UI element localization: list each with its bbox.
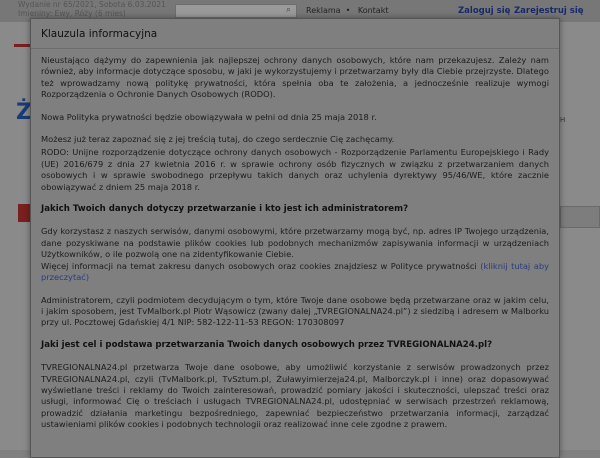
edition-line: Wydanie nr 65/2021, Sobota 6.03.2021	[18, 0, 166, 9]
purpose-paragraph: TVREGIONALNA24.pl przetwarza Twoje dane …	[41, 362, 549, 430]
intro-paragraph: Nieustająco dążymy do zapewnienia jak na…	[41, 55, 549, 100]
nav-link-reklama[interactable]: Reklama	[306, 6, 341, 15]
search-icon[interactable]: ⌕	[286, 5, 291, 15]
administrator-paragraph: Administratorem, czyli podmiotem decyduj…	[41, 294, 549, 328]
privacy-modal: Klauzula informacyjna Nieustająco dążymy…	[30, 18, 560, 458]
register-link[interactable]: Zarejestruj się	[514, 6, 584, 16]
edition-info: Wydanie nr 65/2021, Sobota 6.03.2021 Imi…	[18, 0, 168, 18]
nav-separator: •	[345, 6, 351, 15]
invitation-paragraph: Możesz już teraz zapoznać się z jej treś…	[41, 134, 395, 145]
search-input[interactable]	[175, 4, 297, 18]
sidebar-box	[560, 206, 600, 228]
data-scope-paragraph: Gdy korzystasz z naszych serwisów, danym…	[41, 226, 549, 260]
modal-title: Klauzula informacyjna	[41, 27, 158, 40]
section-heading-data: Jakich Twoich danych dotyczy przetwarzan…	[41, 204, 409, 215]
top-nav-links: Reklama • Kontakt	[306, 6, 393, 15]
section-heading-purpose: Jaki jest cel i podstawa przetwarzania T…	[41, 339, 493, 350]
login-link[interactable]: Zaloguj się	[458, 6, 510, 16]
brand-accent	[14, 44, 30, 47]
header-right-text: H	[560, 116, 566, 124]
modal-header: Klauzula informacyjna	[31, 19, 559, 49]
effective-date-paragraph: Nowa Polityka prywatności będzie obowiąz…	[41, 111, 377, 122]
modal-body[interactable]: Nieustająco dążymy do zapewnienia jak na…	[31, 49, 559, 457]
more-info-text: Więcej informacji na temat zakresu danyc…	[41, 260, 477, 271]
nameday-line: Imieniny: Ewy, Róży (6 mies)	[18, 9, 126, 18]
nav-link-kontakt[interactable]: Kontakt	[358, 6, 389, 15]
modal-scrollbar[interactable]	[555, 49, 559, 457]
more-info-paragraph: Więcej informacji na temat zakresu danyc…	[41, 261, 549, 284]
rodo-paragraph: RODO: Unijne rozporządzenie dotyczące oc…	[41, 147, 549, 192]
